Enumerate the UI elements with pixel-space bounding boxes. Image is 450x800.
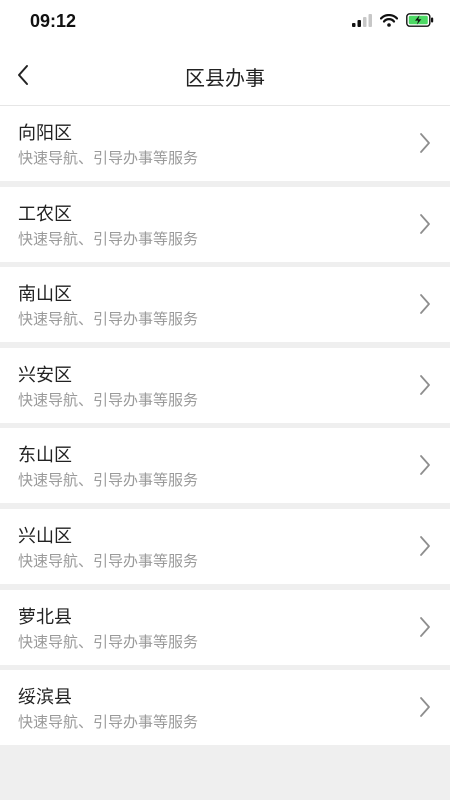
district-description: 快速导航、引导办事等服务 [18, 310, 199, 329]
chevron-right-icon [420, 616, 430, 637]
district-name: 兴山区 [18, 525, 72, 547]
district-name: 萝北县 [18, 606, 72, 628]
list-item[interactable]: 兴山区 快速导航、引导办事等服务 [0, 508, 450, 584]
cellular-signal-icon [352, 13, 372, 27]
district-name: 工农区 [18, 203, 72, 225]
chevron-right-icon [420, 374, 430, 395]
district-name: 兴安区 [18, 364, 72, 386]
list-item[interactable]: 向阳区 快速导航、引导办事等服务 [0, 106, 450, 181]
chevron-right-icon [420, 294, 430, 315]
district-description: 快速导航、引导办事等服务 [18, 713, 199, 732]
district-name: 绥滨县 [18, 687, 72, 709]
district-description: 快速导航、引导办事等服务 [18, 229, 199, 248]
page-title: 区县办事 [185, 66, 265, 90]
navigation-bar: 区县办事 [0, 44, 450, 106]
list-item[interactable]: 南山区 快速导航、引导办事等服务 [0, 267, 450, 343]
battery-charging-icon [406, 13, 434, 27]
district-list: 向阳区 快速导航、引导办事等服务 工农区 快速导航、引导办事等服务 南山区 快速… [0, 106, 450, 751]
chevron-right-icon [420, 697, 430, 718]
status-icons [352, 13, 434, 27]
district-description: 快速导航、引导办事等服务 [18, 632, 199, 651]
district-description: 快速导航、引导办事等服务 [18, 149, 199, 167]
status-bar: 09:12 [0, 0, 450, 44]
list-item[interactable]: 东山区 快速导航、引导办事等服务 [0, 428, 450, 504]
chevron-right-icon [420, 213, 430, 234]
list-item[interactable]: 萝北县 快速导航、引导办事等服务 [0, 589, 450, 665]
district-description: 快速导航、引导办事等服务 [18, 551, 199, 570]
district-description: 快速导航、引导办事等服务 [18, 390, 199, 409]
chevron-right-icon [420, 536, 430, 556]
chevron-right-icon [420, 455, 430, 476]
district-name: 向阳区 [18, 123, 72, 144]
status-time: 09:12 [30, 11, 77, 31]
list-item[interactable]: 工农区 快速导航、引导办事等服务 [0, 186, 450, 262]
wifi-icon [380, 13, 398, 27]
district-description: 快速导航、引导办事等服务 [18, 471, 199, 490]
list-item[interactable]: 绥滨县 快速导航、引导办事等服务 [0, 670, 450, 746]
list-item[interactable]: 兴安区 快速导航、引导办事等服务 [0, 347, 450, 423]
chevron-right-icon [420, 133, 430, 153]
district-name: 南山区 [18, 284, 72, 306]
district-name: 东山区 [18, 445, 72, 467]
